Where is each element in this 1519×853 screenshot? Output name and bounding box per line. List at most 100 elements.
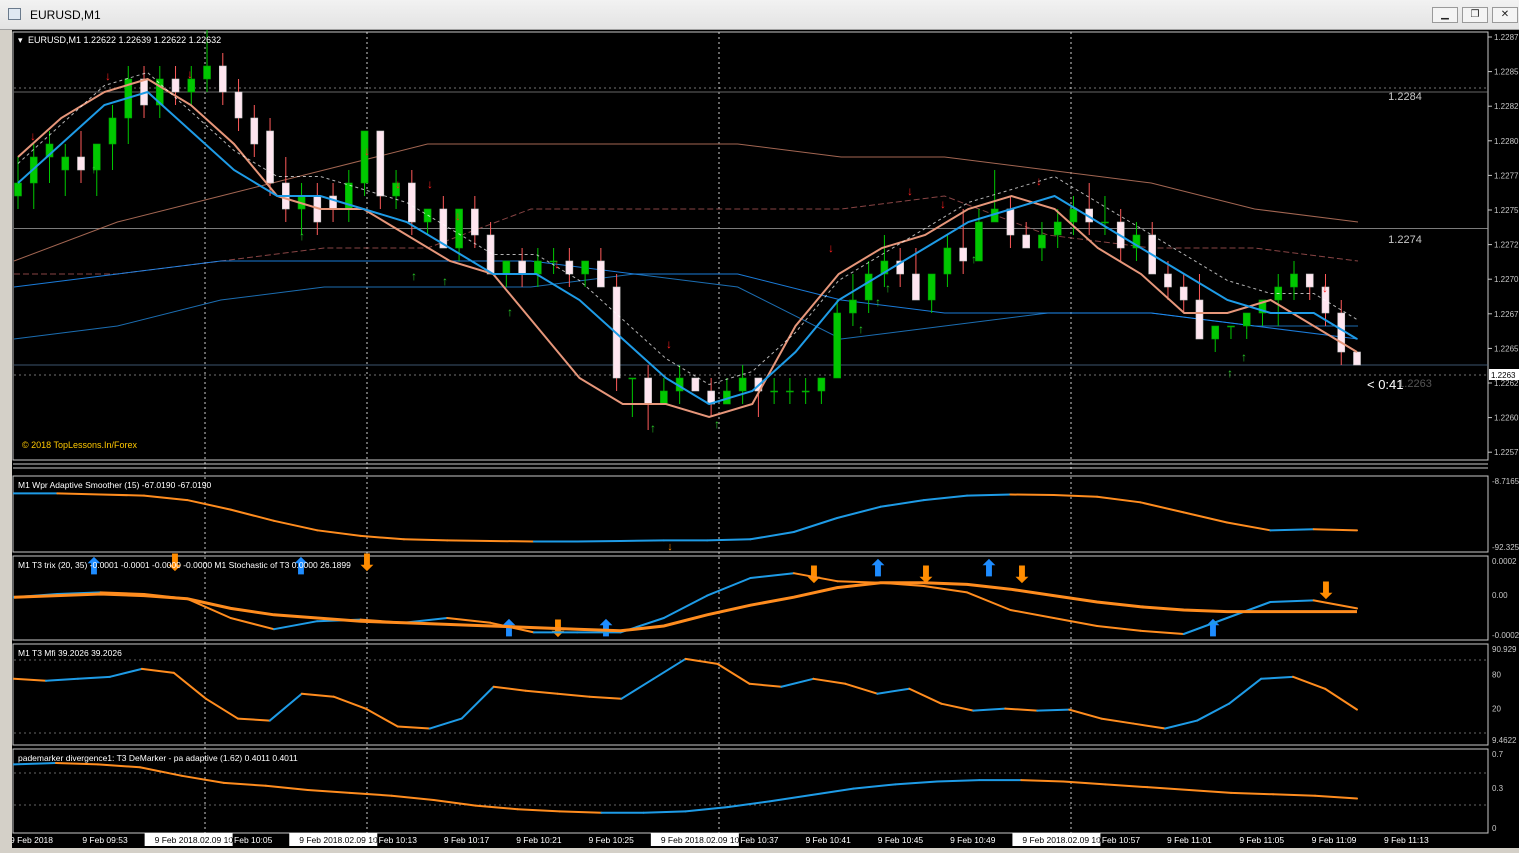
- sell-arrow-icon: ↓: [1036, 174, 1042, 188]
- channel-band-2: [13, 273, 1358, 340]
- trix-line: [749, 572, 795, 579]
- candle-body: [77, 156, 85, 171]
- sell-arrow-icon: ↓: [940, 197, 946, 211]
- mfi-line: [940, 702, 975, 712]
- candle-body: [927, 273, 936, 301]
- wpr-line: [1096, 495, 1142, 504]
- level-label-2: 1.2274: [1388, 234, 1422, 246]
- candle-body: [864, 273, 873, 301]
- mfi-line: [1292, 675, 1327, 690]
- demarker-line: [1104, 783, 1149, 789]
- mfi-line: [1036, 708, 1071, 712]
- close-button[interactable]: ✕: [1492, 7, 1518, 23]
- mfi-line: [844, 682, 879, 695]
- time-axis-label: 9 Feb 10:17: [444, 835, 490, 845]
- candle-body: [376, 130, 385, 197]
- price-tick-label: 1.2267: [1494, 310, 1519, 319]
- sub-panel-tick: 0: [1492, 824, 1497, 833]
- sub-panel-tick: 0.00: [1492, 591, 1508, 600]
- buy-arrow-icon: ↑: [650, 421, 656, 435]
- trix-up-arrow-icon: ⬆: [980, 556, 998, 581]
- wpr-line: [142, 494, 189, 502]
- candle-body: [943, 247, 952, 275]
- price-tick-label: 1.2262: [1494, 379, 1519, 388]
- demarker-line: [1188, 789, 1233, 794]
- time-axis-label: 9 Feb 10:41: [805, 835, 851, 845]
- demarker-line: [264, 784, 309, 792]
- wpr-line: [1226, 521, 1272, 532]
- time-axis-label: 9 Feb 10:45: [878, 835, 924, 845]
- candle-body: [1211, 325, 1220, 340]
- demarker-line: [642, 810, 687, 814]
- minimize-button[interactable]: ▁: [1432, 7, 1458, 23]
- time-axis-label: 9 Feb 10:13: [372, 835, 418, 845]
- candle-body: [1195, 299, 1204, 340]
- wpr-line: [922, 494, 969, 502]
- restore-button[interactable]: ❐: [1462, 7, 1488, 23]
- watermark-text: © 2018 TopLessons.In/Forex: [22, 440, 138, 450]
- trix-down-arrow-icon: ⬇: [805, 562, 823, 587]
- buy-arrow-icon: ↑: [442, 274, 448, 288]
- sub-panel-tick: 80: [1492, 671, 1501, 680]
- channel-band-3: [13, 260, 1359, 340]
- candle-body: [234, 91, 243, 119]
- wpr-line: [749, 531, 795, 541]
- mfi-line: [268, 692, 303, 722]
- price-tick-label: 1.2272: [1494, 241, 1519, 250]
- demarker-line: [348, 791, 393, 797]
- sub-panel-tick: -92.325: [1492, 543, 1519, 552]
- candle-body: [786, 390, 794, 393]
- buy-arrow-icon: ↑: [507, 305, 513, 319]
- time-axis-label: 9 Feb 09:53: [82, 835, 128, 845]
- panel-frame-3: [12, 643, 1489, 746]
- candle-body: [1006, 208, 1015, 236]
- sub-panel-tick: -8.7165: [1492, 477, 1519, 486]
- channel-band-0: [13, 143, 1359, 262]
- chart-canvas[interactable]: ↓ ↓↓↓↓ ↓↓↓↓↓↓↓↓↓↑↑↑ ↑↑↑ ↑↑↑↑↑↑↑⬆ ⬇ ⬆ ⬇⬆ ⬇ ⬆⬇ ⬆ ⬇ ⬆ ⬇⬆…: [10, 27, 1519, 848]
- time-axis-label: 9 Feb 2018: [12, 835, 53, 845]
- buy-arrow-icon: ↑: [1227, 366, 1233, 380]
- mfi-line: [652, 657, 687, 680]
- wpr-line: [1269, 528, 1315, 532]
- demarker-line: [726, 800, 771, 809]
- sub-panel-tick: 0.7: [1492, 750, 1504, 759]
- channel-band-1: [14, 195, 1359, 275]
- candle-body: [329, 195, 337, 210]
- wpr-line: [966, 493, 1012, 497]
- mfi-line: [908, 687, 943, 705]
- time-axis-label: 9 Feb 10:57: [1095, 835, 1141, 845]
- candle-body: [250, 117, 259, 145]
- demarker-line: [558, 810, 603, 814]
- demarker-line: [894, 780, 939, 786]
- price-tick-label: 1.2282: [1494, 102, 1519, 111]
- wpr-line: [1009, 493, 1055, 497]
- trix-line: [1096, 625, 1142, 632]
- wpr-line: [272, 519, 319, 532]
- mfi-line: [620, 677, 655, 700]
- chart-area[interactable]: ↓ ↓ ↓ ↓ ↓ ↓ ↓ ↓ ↓ ↓ ↓ ↓ ↓ ↓ ↑ ↑ ↑ ↑ ↑ ↑ ↑ ↑ ↑ ↑ ↑ ↑ ↑ ⬆ ⬇ ⬆ ⬇ ⬆ ⬇ ⬆ ⬇ ⬆ ⬇ ⬆ ⬇ ⬆…: [10, 27, 1519, 848]
- mfi-line: [140, 667, 175, 674]
- mfi-line: [1004, 707, 1039, 712]
- demarker-line: [1314, 794, 1358, 800]
- demarker-line: [54, 762, 99, 766]
- demarker-line: [1230, 791, 1275, 796]
- mfi-line: [1132, 722, 1167, 730]
- trix-line: [922, 585, 969, 594]
- sell-arrow-icon: ↓: [455, 209, 461, 223]
- candle-body: [266, 130, 274, 184]
- chart-window-icon: [8, 8, 21, 20]
- demarker-line: [1146, 786, 1191, 792]
- candle-body: [203, 65, 211, 80]
- time-axis-label: 9 Feb 11:05: [1239, 835, 1284, 845]
- mfi-line: [1260, 675, 1295, 680]
- candle-body: [1353, 351, 1361, 366]
- time-axis-label: 9 Feb 11:01: [1167, 835, 1212, 845]
- wpr-line: [1312, 528, 1358, 532]
- price-tick-label: 1.2280: [1494, 137, 1519, 146]
- time-axis-label: 9 Feb 10:37: [733, 835, 779, 845]
- wpr-line: [316, 529, 362, 537]
- demarker-line: [390, 794, 435, 801]
- candle-body: [801, 390, 810, 393]
- wpr-line: [1182, 511, 1229, 524]
- mfi-line: [748, 682, 783, 688]
